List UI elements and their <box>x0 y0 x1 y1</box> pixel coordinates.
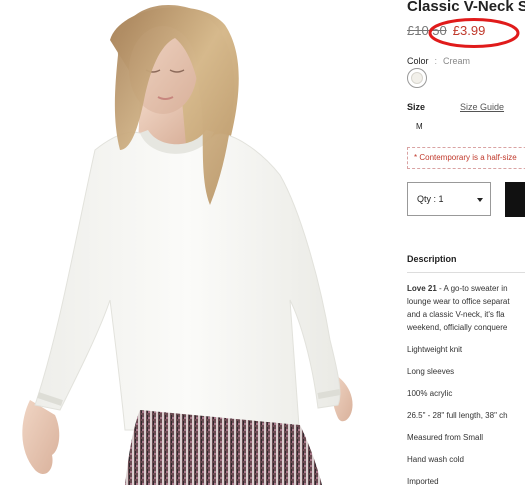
chevron-down-icon <box>477 198 483 202</box>
description-divider <box>407 272 525 273</box>
brand-name: Love 21 <box>407 284 437 293</box>
color-value: Cream <box>443 56 471 66</box>
size-label: Size <box>407 102 426 112</box>
feature-item: 100% acrylic <box>407 389 453 398</box>
sale-price: £3.99 <box>452 23 486 38</box>
quantity-select[interactable]: Qty : 1 <box>407 182 491 216</box>
product-photo-illustration <box>22 5 353 485</box>
product-info-panel: Classic V-Neck S £10.50 £3.99 Color: Cream… <box>407 0 525 485</box>
feature-list: Lightweight knit Long sleeves 100% acryl… <box>407 345 525 485</box>
feature-item: Measured from Small <box>407 433 484 442</box>
color-swatch-fill <box>411 72 423 84</box>
description-line: lounge wear to office separat <box>407 297 510 306</box>
feature-item: Lightweight knit <box>407 345 463 354</box>
color-swatch-cream[interactable] <box>407 68 427 88</box>
product-title: Classic V-Neck S <box>407 0 525 15</box>
price-row: £10.50 £3.99 <box>407 23 485 38</box>
description-line: weekend, officially conquere <box>407 323 508 332</box>
color-row: Color: Cream <box>407 56 470 66</box>
description-body: Love 21 - A go-to sweater in lounge wear… <box>407 282 525 334</box>
feature-item: Hand wash cold <box>407 455 464 464</box>
color-label: Color <box>407 56 429 66</box>
original-price: £10.50 <box>407 23 447 38</box>
size-option-m[interactable]: M <box>416 122 423 131</box>
add-to-bag-button[interactable] <box>505 182 525 217</box>
description-heading: Description <box>407 254 457 264</box>
size-guide-link[interactable]: Size Guide <box>460 102 504 112</box>
feature-item: Long sleeves <box>407 367 455 376</box>
description-line: and a classic V-neck, it's fla <box>407 310 505 319</box>
product-image[interactable] <box>0 0 372 485</box>
description-line: Love 21 - A go-to sweater in <box>407 282 525 295</box>
description-line-text: - A go-to sweater in <box>439 284 508 293</box>
feature-item: Imported <box>407 477 439 485</box>
quantity-value: Qty : 1 <box>417 194 444 204</box>
color-separator: : <box>434 56 438 66</box>
size-notice: * Contemporary is a half-size <box>407 147 525 169</box>
feature-item: 26.5" - 28" full length, 38" ch <box>407 411 508 420</box>
